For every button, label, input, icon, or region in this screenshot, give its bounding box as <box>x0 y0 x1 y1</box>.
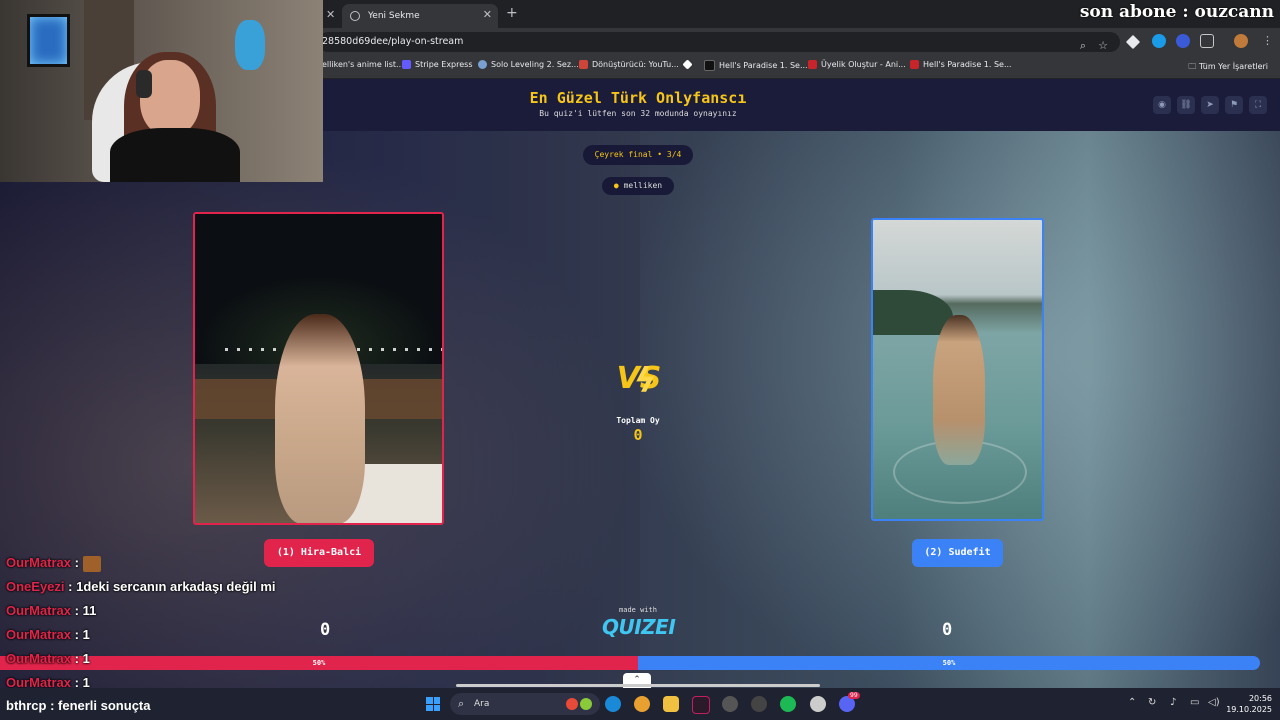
menu-icon[interactable]: ⋮ <box>1262 34 1273 47</box>
tab-title: Yeni Sekme <box>368 11 420 21</box>
left-candidate-image[interactable] <box>193 212 444 525</box>
site-icon <box>579 60 588 69</box>
quizei-logo[interactable]: QUIZEI <box>602 615 676 639</box>
made-with-label: made with <box>619 606 657 614</box>
windows-taskbar: bthrcp : fenerli sonuçta ⌕ Ara 99 ⌃ ↻ ♪ ▭… <box>0 688 1280 720</box>
app-icon[interactable] <box>692 696 710 714</box>
total-votes-label: Toplam Oy <box>616 416 660 425</box>
horizontal-scrollbar[interactable] <box>456 684 820 687</box>
bookmark-item[interactable]: Hell's Paradise 1. Se... <box>704 60 808 71</box>
tab-previous[interactable]: ✕ <box>324 4 340 28</box>
chrome-icon[interactable] <box>634 696 650 712</box>
chat-emote <box>82 555 101 572</box>
extension-icon[interactable] <box>1125 34 1141 50</box>
bookmark-item[interactable]: Üyelik Oluştur - Ani... <box>808 60 906 69</box>
app-icon[interactable] <box>751 696 767 712</box>
right-candidate-button[interactable]: (2) Sudefit <box>912 539 1003 567</box>
total-votes-count: 0 <box>633 426 643 444</box>
url-field[interactable]: 28580d69dee/play-on-stream ⌕ ☆ <box>318 32 1120 52</box>
site-icon <box>910 60 919 69</box>
extensions-puzzle-icon[interactable] <box>1200 34 1214 48</box>
vs-logo: ϟ VS <box>616 361 662 401</box>
microphone-icon[interactable]: ♪ <box>1170 697 1176 708</box>
creator-badge[interactable]: ● melliken <box>602 177 674 195</box>
fullscreen-icon[interactable]: ⛶ <box>1249 96 1267 114</box>
globe-icon <box>350 11 360 21</box>
bookmark-item[interactable] <box>682 59 696 70</box>
bookmark-item[interactable]: Hell's Paradise 1. Se... <box>910 60 1012 69</box>
edge-icon[interactable] <box>605 696 621 712</box>
bookmark-item[interactable]: elliken's anime list... <box>322 60 404 69</box>
new-tab-button[interactable]: + <box>506 5 518 21</box>
right-vote-bar: 50% <box>638 656 1260 670</box>
windows-start-icon[interactable] <box>426 697 440 711</box>
site-icon <box>704 60 715 71</box>
profile-avatar[interactable] <box>1234 34 1248 48</box>
headset <box>136 70 152 98</box>
chat-message: OurMatrax : <box>6 555 101 572</box>
file-explorer-icon[interactable] <box>663 696 679 712</box>
star-icon[interactable]: ☆ <box>1098 36 1108 56</box>
tab-yeni-sekme[interactable]: Yeni Sekme ✕ <box>342 4 498 28</box>
widget-icon[interactable] <box>580 698 592 710</box>
creator-avatar: ● <box>613 181 619 190</box>
site-icon <box>808 60 817 69</box>
link-icon[interactable]: ⛓ <box>1177 96 1195 114</box>
bookmark-item[interactable]: Stripe Express <box>402 60 473 69</box>
person-left <box>275 314 365 523</box>
round-badge: Çeyrek final • 3/4 <box>583 145 693 165</box>
bookmark-item[interactable]: Dönüştürücü: YouTu... <box>579 60 679 69</box>
chat-message: OurMatrax : 11 <box>6 603 97 618</box>
system-clock[interactable]: 20:56 19.10.2025 <box>1218 693 1272 715</box>
chat-message: OurMatrax : 1 <box>6 627 90 642</box>
all-bookmarks-button[interactable]: 🗀 Tüm Yer İşaretleri <box>1188 61 1268 75</box>
stripe-icon <box>402 60 411 69</box>
lightning-icon: ϟ <box>634 361 657 401</box>
eye-icon[interactable]: ◉ <box>1153 96 1171 114</box>
spotify-icon[interactable] <box>780 696 796 712</box>
url-text: 28580d69dee/play-on-stream <box>322 36 464 47</box>
search-icon: ⌕ <box>458 697 465 710</box>
streamer-torso <box>110 128 240 182</box>
extension-icon[interactable] <box>1152 34 1166 48</box>
webcam-overlay <box>0 0 323 182</box>
stream-overlay-text: son abone : ouzcann <box>1079 2 1274 22</box>
bookmark-item[interactable]: Solo Leveling 2. Sez... <box>478 60 579 69</box>
chat-message: OneEyezi : 1deki sercanın arkadaşı değil… <box>6 579 276 594</box>
left-score: 0 <box>320 620 331 640</box>
close-icon[interactable]: ✕ <box>326 8 335 21</box>
chevron-up-icon[interactable]: ⌃ <box>1128 697 1136 708</box>
close-icon[interactable]: ✕ <box>483 8 492 21</box>
person-right <box>933 315 985 465</box>
site-icon <box>478 60 487 69</box>
right-candidate-image[interactable] <box>871 218 1044 521</box>
send-icon[interactable]: ➤ <box>1201 96 1219 114</box>
app-icon[interactable] <box>810 696 826 712</box>
sync-icon[interactable]: ↻ <box>1148 697 1156 708</box>
chat-message: bthrcp : fenerli sonuçta <box>6 698 151 713</box>
widget-icon[interactable] <box>566 698 578 710</box>
wall-tv <box>27 14 70 67</box>
left-candidate-button[interactable]: (1) Hira-Balci <box>264 539 374 567</box>
network-icon[interactable]: ▭ <box>1190 697 1199 708</box>
obs-icon[interactable] <box>722 696 738 712</box>
shelf-decor <box>235 20 265 70</box>
flag-icon[interactable]: ⚑ <box>1225 96 1243 114</box>
mountain <box>873 290 953 335</box>
right-score: 0 <box>942 620 953 640</box>
site-icon <box>682 59 693 70</box>
left-vote-bar: 50% <box>0 656 638 670</box>
zoom-icon[interactable]: ⌕ <box>1080 36 1086 56</box>
extension-icon[interactable] <box>1176 34 1190 48</box>
notification-badge: 99 <box>848 692 860 699</box>
chat-message: OurMatrax : 1 <box>6 651 90 666</box>
